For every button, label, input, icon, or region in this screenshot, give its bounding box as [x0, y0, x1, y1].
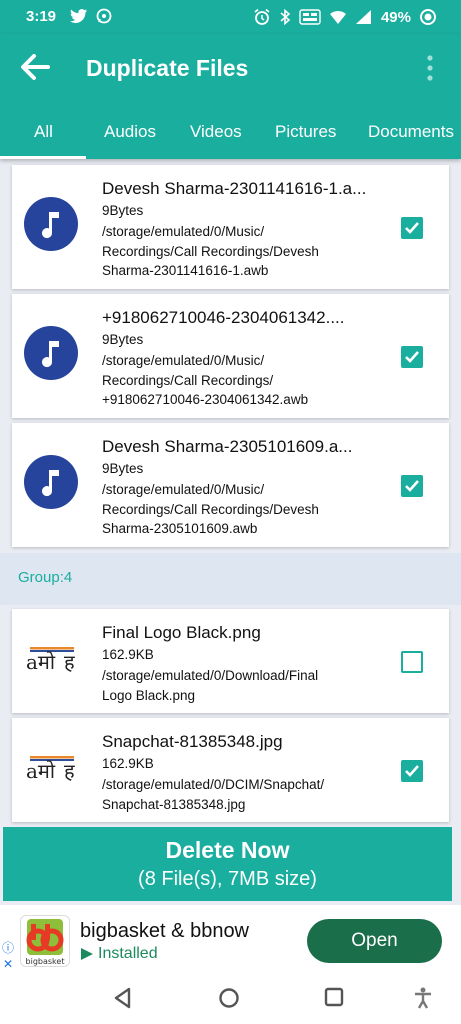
file-size: 9Bytes [102, 332, 144, 347]
tab-documents[interactable]: Documents [368, 122, 454, 142]
tab-pictures[interactable]: Pictures [275, 122, 336, 142]
nav-recents-icon[interactable] [324, 987, 344, 1007]
tab-videos[interactable]: Videos [190, 122, 242, 142]
file-card[interactable]: Devesh Sharma-2305101609.a... 9Bytes /st… [12, 423, 449, 547]
file-size: 162.9KB [102, 647, 154, 662]
delete-button-summary: (8 File(s), 7MB size) [138, 868, 317, 890]
file-path: /storage/emulated/0/Download/Final Logo … [102, 668, 319, 703]
tab-all[interactable]: All [34, 122, 53, 142]
arrow-left-icon[interactable] [16, 48, 54, 86]
page-title: Duplicate Files [86, 55, 249, 81]
ad-status-label: Installed [98, 945, 158, 962]
group-header: Group:4 [0, 553, 461, 605]
accessibility-icon[interactable] [413, 987, 433, 1009]
file-name: Devesh Sharma-2301141616-1.a... [102, 179, 367, 198]
svg-text:aमो: aमो [26, 759, 56, 783]
ad-open-button[interactable]: Open [307, 919, 442, 963]
file-size: 9Bytes [102, 461, 144, 476]
music-note-icon [24, 326, 78, 380]
file-name: +918062710046-2304061342.... [102, 308, 345, 327]
file-size: 162.9KB [102, 756, 154, 771]
battery-icon [420, 9, 436, 25]
info-icon[interactable]: ⓘ [2, 939, 14, 956]
group-label: Group:4 [18, 569, 73, 586]
file-name: Final Logo Black.png [102, 623, 261, 642]
delete-now-button[interactable]: Delete Now (8 File(s), 7MB size) [3, 827, 452, 901]
duplicate-file-list[interactable]: Devesh Sharma-2301141616-1.a... 9Bytes /… [0, 159, 461, 827]
file-card[interactable]: Devesh Sharma-2301141616-1.a... 9Bytes /… [12, 165, 449, 289]
ad-installed-status: Installed [80, 945, 158, 963]
nav-back-icon[interactable] [113, 987, 133, 1009]
select-checkbox[interactable] [401, 346, 423, 368]
twitter-icon [70, 9, 87, 23]
wifi-icon [329, 10, 346, 24]
checkmark-icon [405, 222, 419, 234]
select-checkbox[interactable] [401, 651, 423, 673]
file-size: 9Bytes [102, 203, 144, 218]
file-path: /storage/emulated/0/Music/ Recordings/Ca… [102, 224, 319, 278]
bluetooth-icon [280, 8, 291, 26]
battery-percent: 49% [380, 8, 411, 26]
file-path: /storage/emulated/0/DCIM/Snapchat/ Snapc… [102, 777, 325, 812]
ad-app-logo: bigbasket [20, 915, 70, 967]
file-card[interactable]: aमो ह Final Logo Black.png 162.9KB /stor… [12, 609, 449, 713]
select-checkbox[interactable] [401, 760, 423, 782]
ad-title: bigbasket & bbnow [80, 920, 250, 942]
image-thumbnail-icon: aमो ह [26, 756, 75, 783]
ad-banner[interactable]: ⓘ ✕ bigbasket bigbasket & bbnow Installe… [0, 905, 461, 973]
checkmark-icon [405, 765, 419, 777]
file-name: Snapchat-81385348.jpg [102, 732, 283, 751]
overflow-menu-icon[interactable] [427, 55, 433, 81]
file-card[interactable]: +918062710046-2304061342.... 9Bytes /sto… [12, 294, 449, 418]
delete-button-label: Delete Now [165, 837, 290, 863]
volte-icon [299, 9, 321, 25]
svg-text:aमो: aमो [26, 650, 56, 674]
music-note-icon [24, 197, 78, 251]
file-card[interactable]: aमो ह Snapchat-81385348.jpg 162.9KB /sto… [12, 718, 449, 822]
file-path: /storage/emulated/0/Music/ Recordings/Ca… [102, 482, 319, 536]
signal-icon [355, 10, 371, 24]
file-path: /storage/emulated/0/Music/ Recordings/Ca… [102, 353, 309, 407]
select-checkbox[interactable] [401, 217, 423, 239]
tab-bar: All Audios Videos Pictures Documents [0, 114, 461, 159]
nav-home-icon[interactable] [218, 987, 240, 1009]
status-bar: 3:19 49% [0, 0, 461, 34]
system-nav-bar [0, 973, 461, 1024]
image-thumbnail-icon: aमो ह [26, 647, 75, 674]
play-store-icon [81, 948, 93, 960]
close-icon[interactable]: ✕ [3, 957, 13, 971]
svg-text:ह: ह [64, 650, 75, 674]
checkmark-icon [405, 351, 419, 363]
alarm-icon [254, 8, 270, 25]
tab-audios[interactable]: Audios [104, 122, 156, 142]
checkmark-icon [405, 480, 419, 492]
file-name: Devesh Sharma-2305101609.a... [102, 437, 353, 456]
status-time: 3:19 [26, 8, 57, 25]
ad-logo-text: bigbasket [26, 957, 65, 966]
select-checkbox[interactable] [401, 475, 423, 497]
svg-text:ह: ह [64, 759, 75, 783]
app-bar: Duplicate Files All Audios Videos Pictur… [0, 34, 461, 159]
whatsapp-icon [96, 8, 112, 24]
music-note-icon [24, 455, 78, 509]
